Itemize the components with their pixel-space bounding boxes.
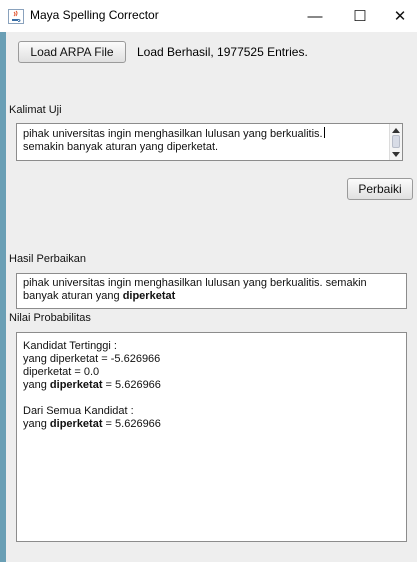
result-line-2-text: banyak aturan yang xyxy=(23,290,123,302)
load-arpa-button[interactable]: Load ARPA File xyxy=(18,41,126,63)
minimize-button[interactable]: — xyxy=(295,0,335,32)
title-bar[interactable]: Maya Spelling Corrector — ☐ ✕ xyxy=(0,0,417,32)
main-panel: Load ARPA File Load Berhasil, 1977525 En… xyxy=(6,32,417,562)
close-button[interactable]: ✕ xyxy=(380,0,417,32)
top-candidate-3: yang diperketat = 5.626966 xyxy=(23,379,400,392)
result-corrected-word: diperketat xyxy=(122,290,176,302)
top-candidate-1: yang diperketat = -5.626966 xyxy=(23,353,161,365)
maximize-icon: ☐ xyxy=(353,8,367,25)
input-line-1: pihak universitas ingin menghasilkan lul… xyxy=(23,128,323,140)
scroll-up-icon[interactable] xyxy=(392,128,400,133)
text-caret xyxy=(323,127,325,138)
top-candidates-header: Kandidat Tertinggi : xyxy=(23,340,117,352)
close-icon: ✕ xyxy=(393,8,407,25)
result-section-label: Hasil Perbaikan xyxy=(9,253,87,265)
load-status-text: Load Berhasil, 1977525 Entries. xyxy=(137,45,308,59)
probability-section-label: Nilai Probabilitas xyxy=(9,312,91,324)
all-candidate-1-score: = 5.626966 xyxy=(102,418,161,430)
probability-textbox[interactable]: Kandidat Tertinggi : yang diperketat = -… xyxy=(16,332,407,542)
top-candidate-3-score: = 5.626966 xyxy=(102,379,161,391)
maximize-button[interactable]: ☐ xyxy=(340,0,380,32)
minimize-icon: — xyxy=(307,7,323,25)
scroll-thumb[interactable] xyxy=(392,135,400,148)
input-line-2: semakin banyak aturan yang diperketat. xyxy=(23,141,219,153)
all-candidates-header: Dari Semua Kandidat : xyxy=(23,405,134,417)
perbaiki-button[interactable]: Perbaiki xyxy=(347,178,413,200)
scroll-down-icon[interactable] xyxy=(392,152,400,157)
all-candidate-1-word: diperketat xyxy=(49,418,103,430)
input-textarea[interactable]: pihak universitas ingin menghasilkan lul… xyxy=(16,123,403,161)
all-candidate-1: yang diperketat = 5.626966 xyxy=(23,418,400,431)
top-candidate-3-word: diperketat xyxy=(49,379,103,391)
app-window: Maya Spelling Corrector — ☐ ✕ Load ARPA … xyxy=(0,0,417,562)
input-scrollbar[interactable] xyxy=(389,124,402,160)
result-line-1: pihak universitas ingin menghasilkan lul… xyxy=(23,277,367,289)
top-candidate-2: diperketat = 0.0 xyxy=(23,366,100,378)
java-cup-icon xyxy=(8,9,24,24)
top-candidate-3-prefix: yang xyxy=(23,379,50,391)
window-title: Maya Spelling Corrector xyxy=(30,8,159,22)
input-section-label: Kalimat Uji xyxy=(9,104,62,116)
result-textbox[interactable]: pihak universitas ingin menghasilkan lul… xyxy=(16,273,407,309)
all-candidate-1-prefix: yang xyxy=(23,418,50,430)
